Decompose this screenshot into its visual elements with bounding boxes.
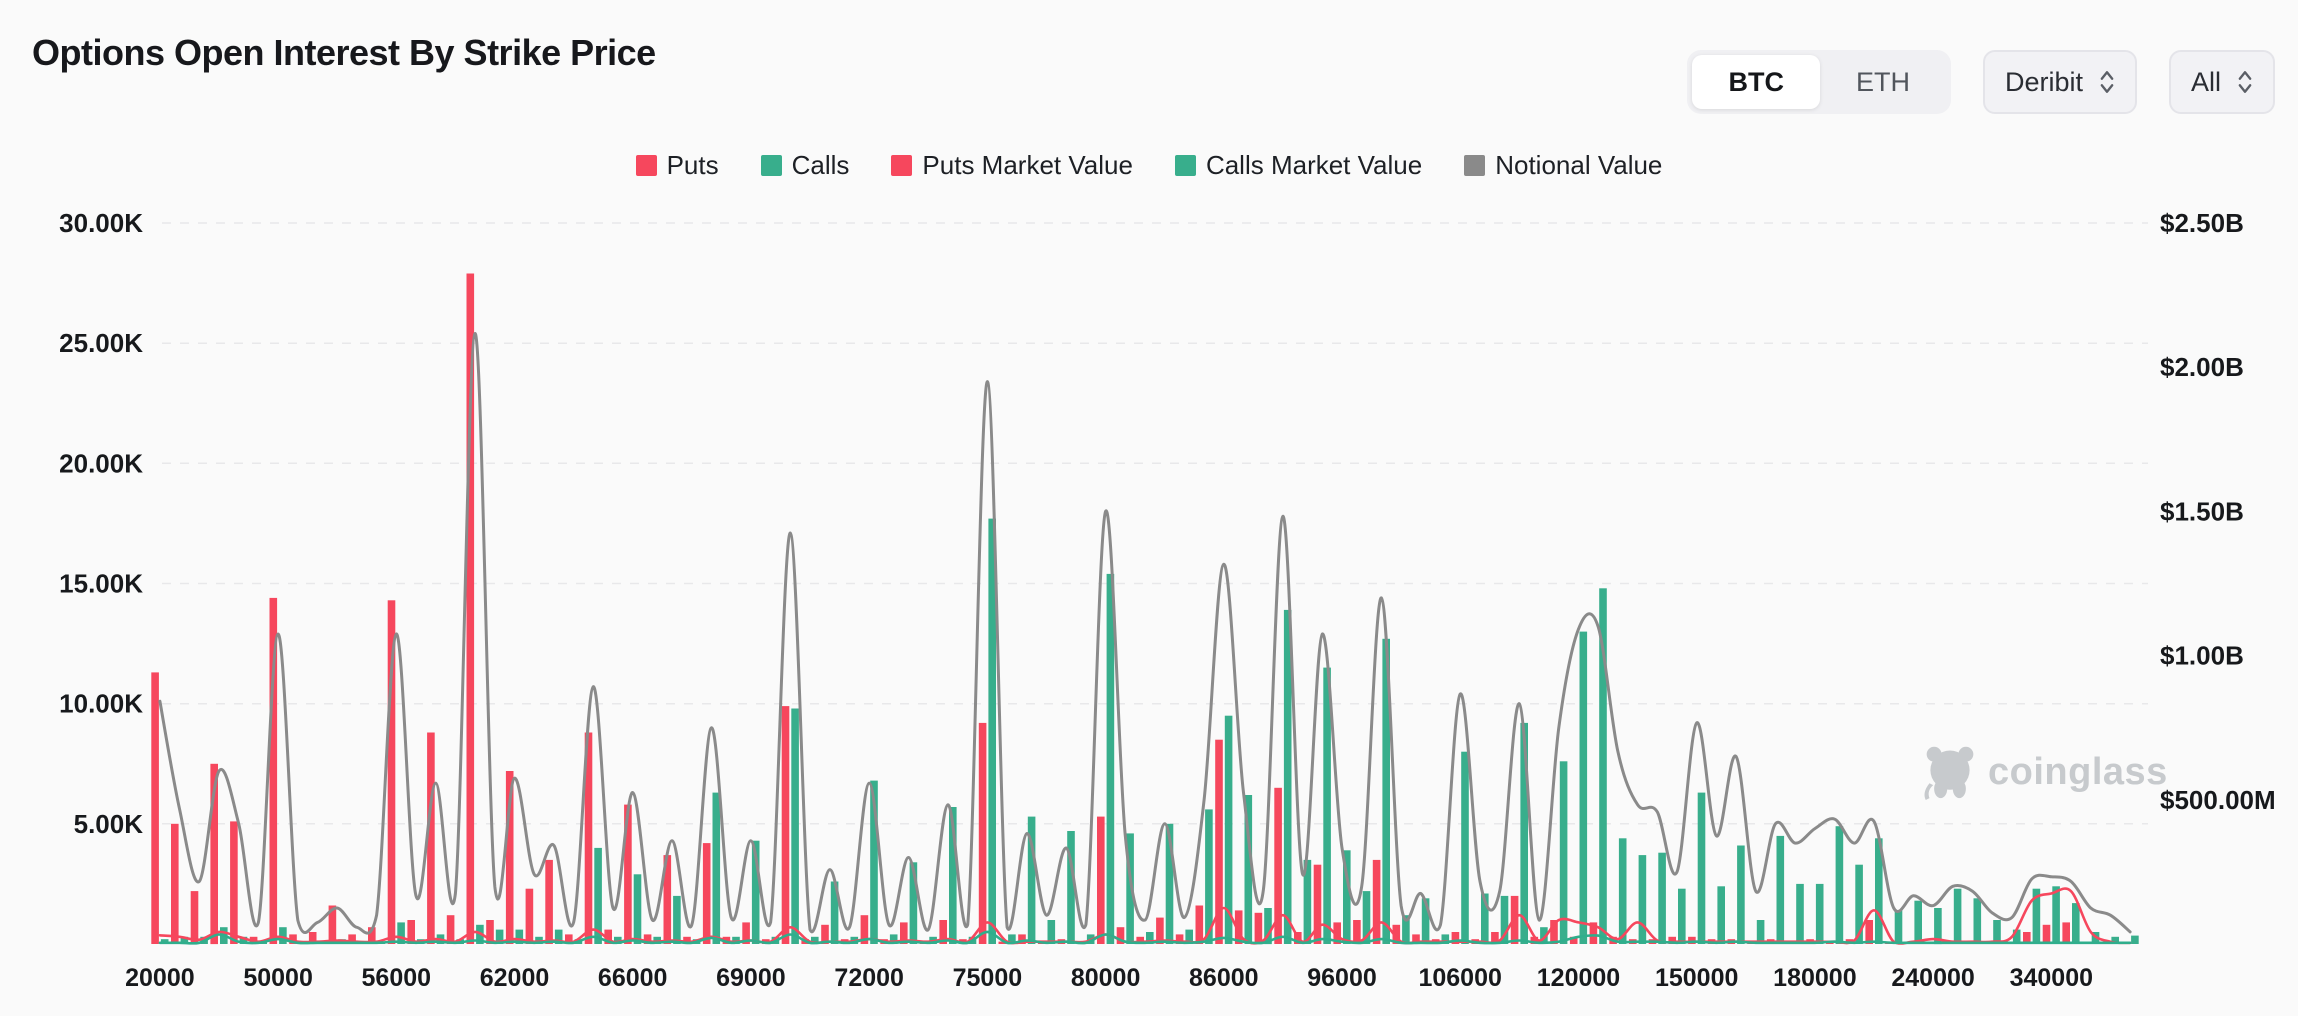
y-right-tick-label: $500.00M <box>2160 785 2276 815</box>
y-right-tick-label: $1.50B <box>2160 496 2244 526</box>
x-tick-label: 340000 <box>2010 964 2093 992</box>
call-bar[interactable] <box>1580 632 1588 944</box>
call-bar[interactable] <box>791 709 799 945</box>
call-bar[interactable] <box>1717 886 1725 944</box>
put-bar[interactable] <box>191 891 199 944</box>
call-bar[interactable] <box>2131 936 2139 944</box>
call-bar[interactable] <box>1639 855 1647 944</box>
bars-layer[interactable] <box>151 274 2138 945</box>
call-bar[interactable] <box>1954 889 1962 944</box>
call-bar[interactable] <box>634 874 642 944</box>
x-tick-label: 240000 <box>1891 964 1974 992</box>
call-bar[interactable] <box>1658 853 1666 944</box>
call-bar[interactable] <box>1816 884 1824 944</box>
put-bar[interactable] <box>1865 920 1873 944</box>
call-bar[interactable] <box>1895 910 1903 944</box>
y-axis-left: 30.00K 25.00K 20.00K 15.00K 10.00K 5.00K <box>59 208 143 839</box>
call-bar[interactable] <box>1836 826 1844 944</box>
put-bar[interactable] <box>1255 913 1263 944</box>
y-left-tick-label: 30.00K <box>59 208 143 238</box>
put-bar[interactable] <box>151 672 159 944</box>
put-bar[interactable] <box>1097 817 1105 944</box>
y-right-tick-label: $1.00B <box>2160 641 2244 671</box>
call-bar[interactable] <box>1698 793 1706 944</box>
call-bar[interactable] <box>2052 886 2060 944</box>
x-tick-label: 86000 <box>1189 964 1259 992</box>
y-left-tick-label: 25.00K <box>59 328 143 358</box>
put-bar[interactable] <box>526 889 534 944</box>
x-tick-label: 75000 <box>953 964 1023 992</box>
call-bar[interactable] <box>1678 889 1686 944</box>
put-bar[interactable] <box>703 843 711 944</box>
y-left-tick-label: 10.00K <box>59 689 143 719</box>
x-tick-label: 62000 <box>480 964 550 992</box>
calls-market-value-line <box>160 932 2130 944</box>
chart-canvas[interactable]: 30.00K 25.00K 20.00K 15.00K 10.00K 5.00K $2.50… <box>0 0 2298 1016</box>
x-tick-label: 50000 <box>243 964 313 992</box>
call-bar[interactable] <box>713 793 721 944</box>
put-bar[interactable] <box>782 706 790 944</box>
y-left-tick-label: 20.00K <box>59 448 143 478</box>
x-tick-label: 106000 <box>1418 964 1501 992</box>
x-tick-label: 72000 <box>834 964 904 992</box>
x-tick-label: 96000 <box>1307 964 1377 992</box>
put-bar[interactable] <box>1196 906 1204 945</box>
x-tick-label: 120000 <box>1537 964 1620 992</box>
call-bar[interactable] <box>1619 838 1627 944</box>
x-tick-label: 56000 <box>362 964 432 992</box>
call-bar[interactable] <box>1777 836 1785 944</box>
put-bar[interactable] <box>230 821 238 944</box>
x-tick-label: 80000 <box>1071 964 1141 992</box>
x-tick-label: 150000 <box>1655 964 1738 992</box>
y-right-tick-label: $2.50B <box>2160 208 2244 238</box>
call-bar[interactable] <box>1461 752 1469 944</box>
call-bar[interactable] <box>1560 761 1568 944</box>
put-bar[interactable] <box>979 723 987 944</box>
y-left-tick-label: 15.00K <box>59 569 143 599</box>
y-left-tick-label: 5.00K <box>74 809 144 839</box>
call-bar[interactable] <box>1107 574 1115 944</box>
call-bar[interactable] <box>673 896 681 944</box>
call-bar[interactable] <box>1914 901 1922 944</box>
x-tick-label: 180000 <box>1773 964 1856 992</box>
call-bar[interactable] <box>2072 903 2080 944</box>
x-tick-label: 69000 <box>716 964 786 992</box>
call-bar[interactable] <box>1974 898 1982 944</box>
notional-value-line <box>160 333 2130 933</box>
put-bar[interactable] <box>1373 860 1381 944</box>
x-axis: 20000 50000 56000 62000 66000 69000 72000 75000… <box>125 964 2093 992</box>
y-right-tick-label: $2.00B <box>2160 352 2244 382</box>
put-bar[interactable] <box>171 824 179 944</box>
put-bar[interactable] <box>2062 922 2070 944</box>
put-bar[interactable] <box>545 860 553 944</box>
x-tick-label: 20000 <box>125 964 195 992</box>
x-tick-label: 66000 <box>598 964 668 992</box>
put-bar[interactable] <box>447 915 455 944</box>
call-bar[interactable] <box>1796 884 1804 944</box>
put-bar[interactable] <box>2043 925 2051 944</box>
y-axis-right: $2.50B $2.00B $1.50B $1.00B $500.00M <box>2160 208 2276 815</box>
call-bar[interactable] <box>1737 846 1745 945</box>
